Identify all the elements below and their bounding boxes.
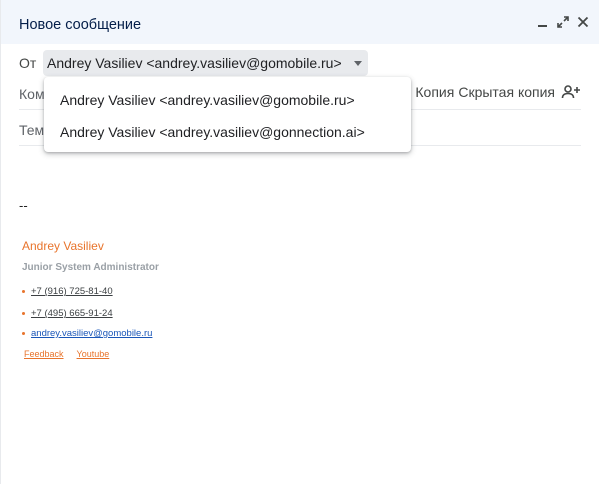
from-option[interactable]: Andrey Vasiliev <andrey.vasiliev@gomobil… <box>44 84 411 116</box>
signature-separator: -- <box>19 198 28 213</box>
compose-window: Новое сообщение От Andrey Vasiliev <andr… <box>0 0 599 484</box>
compose-titlebar: Новое сообщение <box>1 0 599 44</box>
signature-name: Andrey Vasiliev <box>22 239 104 253</box>
bullet-icon <box>22 332 25 335</box>
compose-title: Новое сообщение <box>19 17 142 33</box>
window-controls <box>536 15 590 29</box>
minimize-icon[interactable] <box>536 15 550 29</box>
cc-link[interactable]: Копия <box>415 84 454 100</box>
signature-phone1-link[interactable]: +7 (916) 725-81-40 <box>31 286 113 297</box>
from-selected-value: Andrey Vasiliev <andrey.vasiliev@gomobil… <box>47 55 342 71</box>
from-select[interactable]: Andrey Vasiliev <andrey.vasiliev@gomobil… <box>43 50 368 76</box>
bcc-link[interactable]: Скрытая копия <box>458 84 555 100</box>
from-option[interactable]: Andrey Vasiliev <andrey.vasiliev@gonnect… <box>44 116 411 148</box>
signature-email-line: andrey.vasiliev@gomobile.ru <box>22 328 152 339</box>
caret-down-icon <box>353 61 362 66</box>
from-label: От <box>19 55 37 71</box>
close-icon[interactable] <box>576 15 590 29</box>
signature-phone2-link[interactable]: +7 (495) 665-91-24 <box>31 308 113 319</box>
signature-links: Feedback Youtube <box>24 349 109 359</box>
signature-phone2-line: +7 (495) 665-91-24 <box>22 308 113 319</box>
signature-role: Junior System Administrator <box>22 262 159 273</box>
bullet-icon <box>22 290 25 293</box>
person-add-icon[interactable] <box>561 84 581 100</box>
signature-email-link[interactable]: andrey.vasiliev@gomobile.ru <box>31 328 152 339</box>
signature-feedback-link[interactable]: Feedback <box>24 349 64 359</box>
bullet-icon <box>22 312 25 315</box>
from-dropdown-menu: Andrey Vasiliev <andrey.vasiliev@gomobil… <box>44 77 411 152</box>
cc-bcc-links: Копия Скрытая копия <box>415 84 581 100</box>
signature-phone1-line: +7 (916) 725-81-40 <box>22 286 113 297</box>
expand-icon[interactable] <box>556 15 570 29</box>
signature-youtube-link[interactable]: Youtube <box>77 349 110 359</box>
